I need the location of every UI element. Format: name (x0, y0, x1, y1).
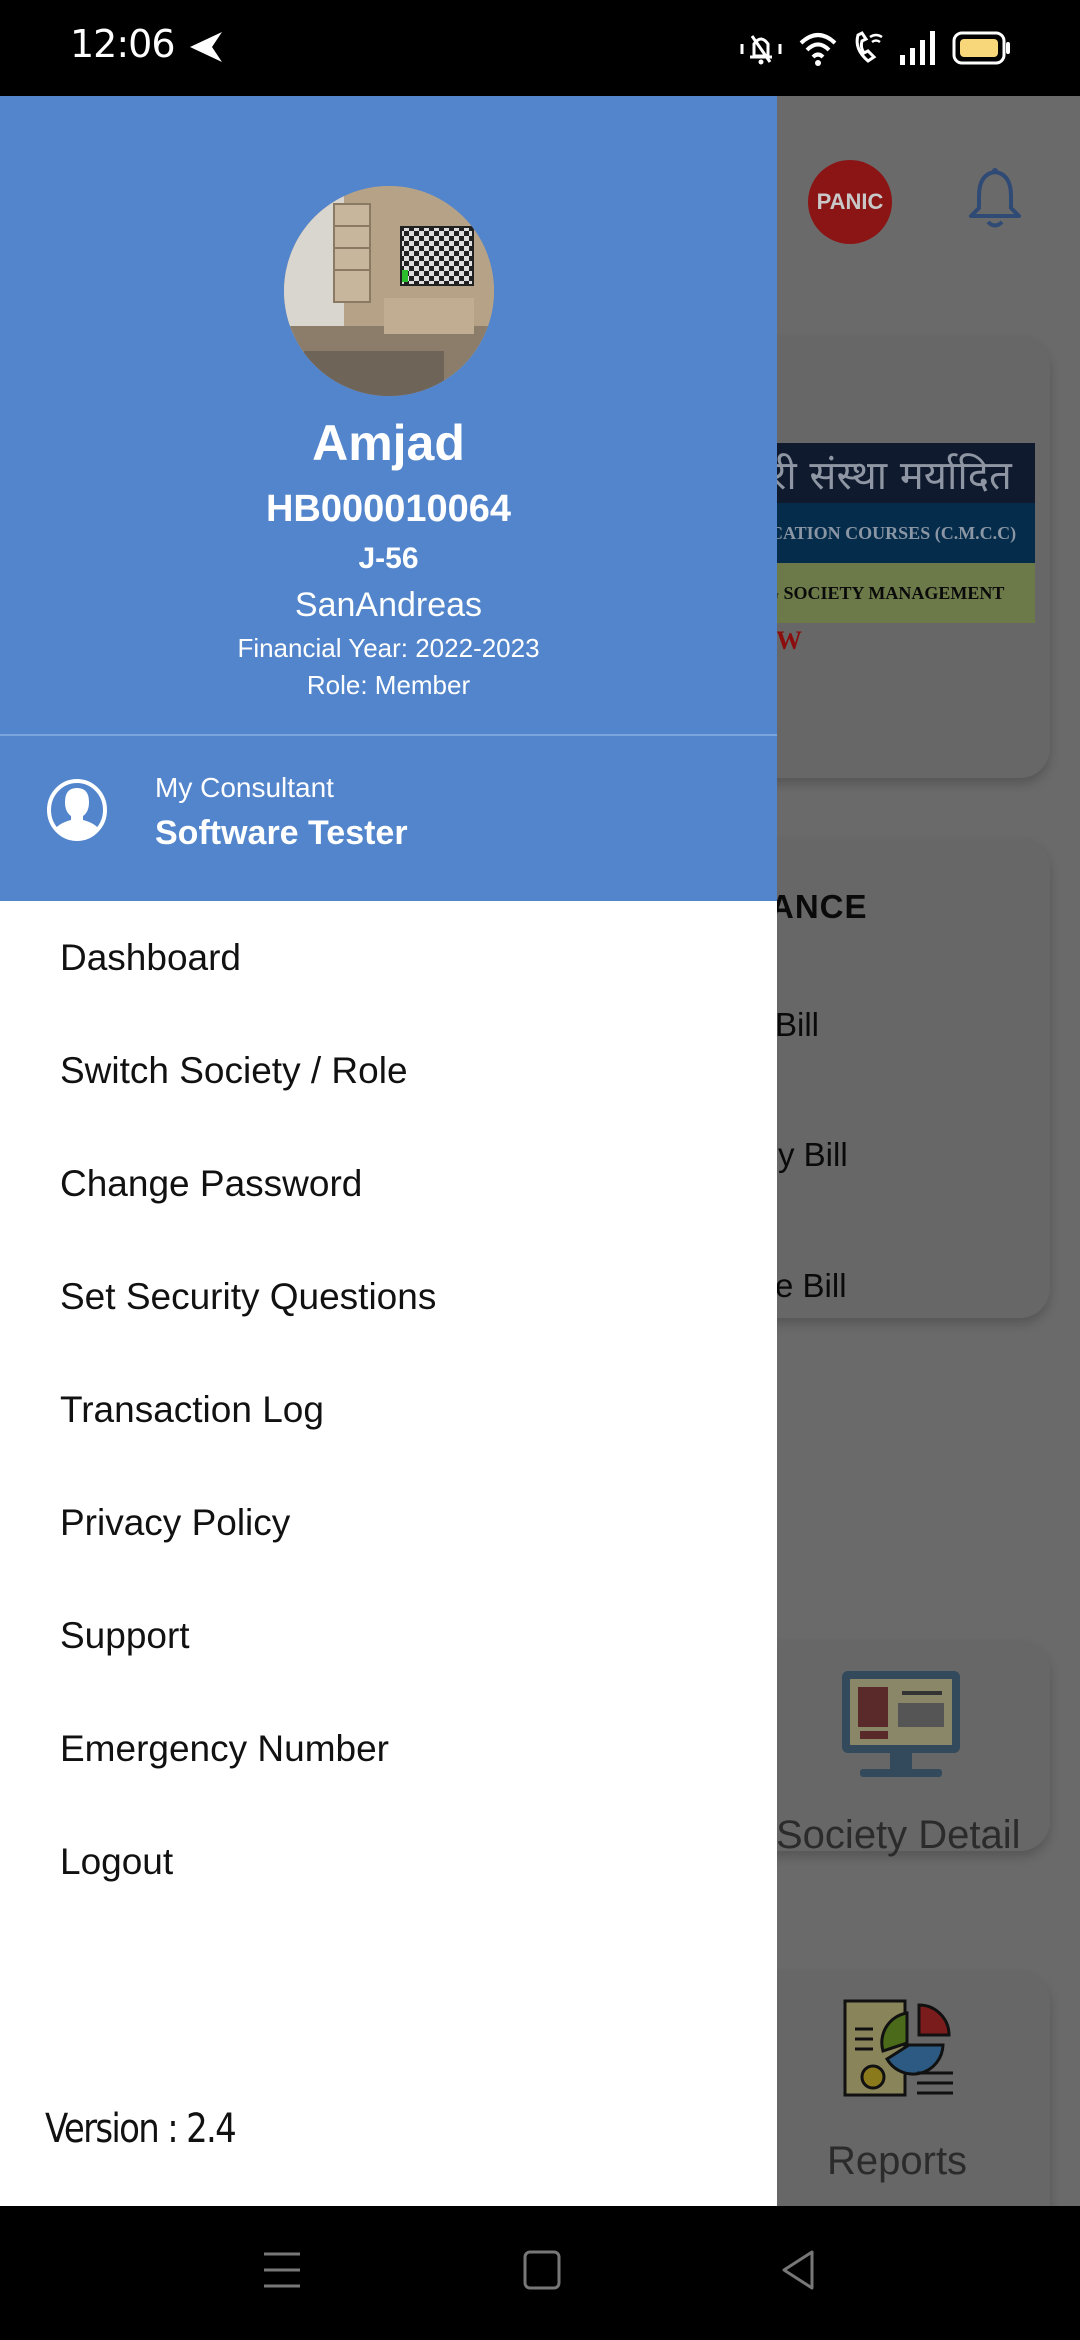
consultant-avatar-icon (46, 778, 108, 847)
maintenance-title: ANCE (770, 888, 868, 925)
society-detail-label: Society Detail (776, 1813, 1021, 1857)
menu-item-transaction-log[interactable]: Transaction Log (0, 1353, 777, 1466)
status-bar: 12:06 (0, 0, 1080, 96)
home-icon[interactable] (522, 2250, 562, 2295)
bill-item[interactable]: Bill (775, 1006, 819, 1044)
menu-item-dashboard[interactable]: Dashboard (0, 901, 777, 1014)
menu-item-emergency-number[interactable]: Emergency Number (0, 1692, 777, 1805)
system-nav-bar (0, 2206, 1080, 2340)
mute-icon (738, 28, 784, 73)
status-time: 12:06 (70, 22, 176, 66)
financial-year: Financial Year: 2022-2023 (237, 633, 540, 663)
consultant-label: My Consultant (155, 772, 334, 803)
menu-item-set-security-questions[interactable]: Set Security Questions (0, 1240, 777, 1353)
navigation-drawer: Amjad HB000010064 J-56 SanAndreas Financ… (0, 96, 777, 2206)
back-icon[interactable] (778, 2250, 818, 2295)
consultant-name[interactable]: Software Tester (155, 814, 408, 853)
signal-icon (898, 31, 938, 70)
bell-icon[interactable] (965, 166, 1025, 237)
profile-avatar[interactable] (284, 186, 494, 396)
menu-item-support[interactable]: Support (0, 1579, 777, 1692)
society-detail-icon (840, 1669, 962, 1794)
reports-icon (843, 1999, 959, 2104)
bill-item[interactable]: e Bill (775, 1267, 847, 1305)
menu-item-logout[interactable]: Logout (0, 1805, 777, 1918)
recents-icon[interactable] (262, 2250, 302, 2295)
navigation-arrow-icon (188, 30, 224, 69)
status-icons (738, 28, 1012, 73)
battery-icon (952, 31, 1012, 70)
flat-number: J-56 (358, 542, 419, 575)
panic-button[interactable]: PANIC (808, 160, 892, 244)
menu-item-switch-society-role[interactable]: Switch Society / Role (0, 1014, 777, 1127)
reports-label: Reports (827, 2139, 968, 2183)
profile-name: Amjad (312, 415, 465, 471)
wifi-calling-icon (852, 29, 884, 72)
app-version: Version : 2.4 (45, 2106, 237, 2152)
banner-new-tag: W (776, 626, 802, 655)
society-name: SanAndreas (294, 586, 483, 624)
menu-item-change-password[interactable]: Change Password (0, 1127, 777, 1240)
bill-item[interactable]: y Bill (778, 1136, 848, 1174)
member-code: HB000010064 (265, 488, 512, 530)
header-divider (0, 734, 777, 736)
wifi-icon (798, 29, 838, 72)
tv-screen (400, 226, 474, 286)
menu-item-privacy-policy[interactable]: Privacy Policy (0, 1466, 777, 1579)
drawer-menu: Dashboard Switch Society / Role Change P… (0, 901, 777, 1918)
user-role: Role: Member (306, 670, 471, 700)
drawer-header: Amjad HB000010064 J-56 SanAndreas Financ… (0, 96, 777, 901)
